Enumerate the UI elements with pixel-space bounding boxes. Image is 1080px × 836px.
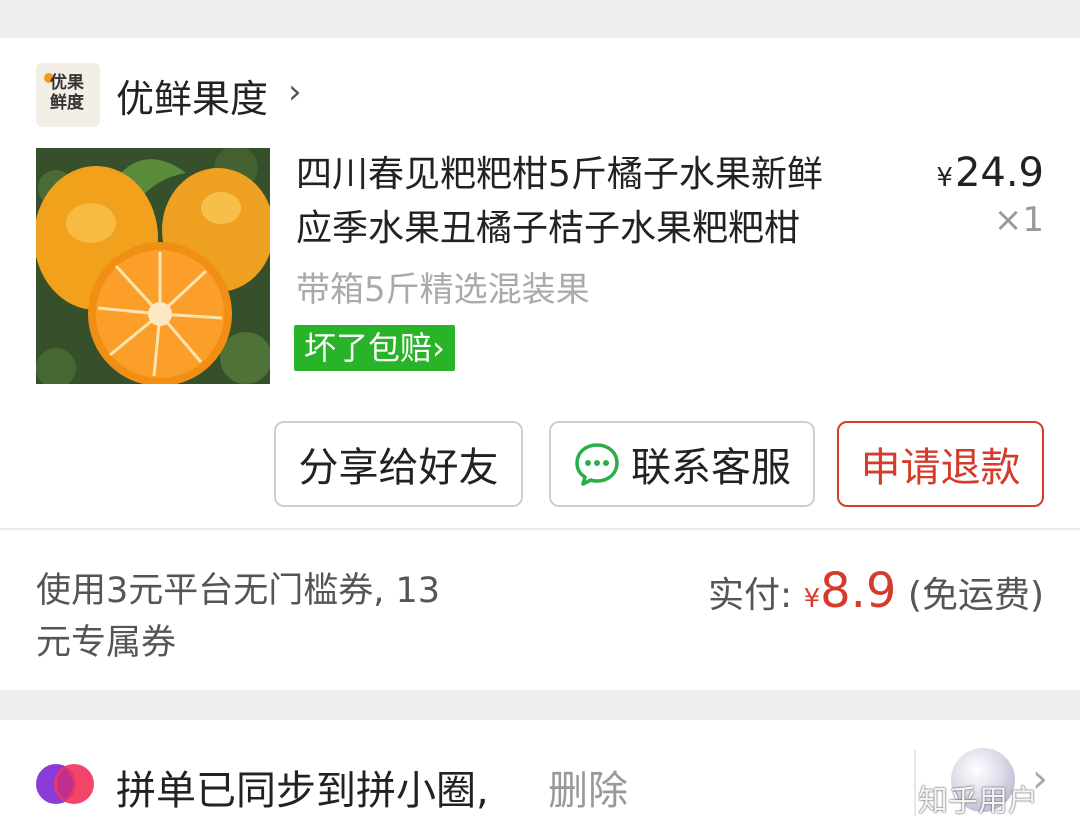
store-logo[interactable]: 优果鲜度 [36, 63, 100, 127]
product-title-line2: 应季水果丑橘子桔子水果粑粑柑 [296, 208, 801, 249]
coupon-line2: 元专属券 [36, 623, 177, 663]
chat-bubble-icon [575, 443, 619, 486]
guarantee-label: 坏了包赔 [304, 329, 433, 367]
pin-sync-bar[interactable]: 拼单已同步到拼小圈, 删除 › 知乎用户 [0, 720, 1080, 836]
guarantee-badge[interactable]: 坏了包赔› [294, 325, 455, 371]
refund-button-label: 申请退款 [860, 445, 1021, 491]
section-gap [0, 690, 1080, 720]
shipping-note: (免运费) [896, 575, 1044, 616]
paid-label: 实付: [707, 575, 804, 616]
pin-sync-text: 拼单已同步到拼小圈, [116, 768, 489, 814]
top-spacer [0, 0, 1080, 38]
store-chevron-icon[interactable]: › [288, 72, 302, 112]
store-logo-text: 优果鲜度 [50, 73, 84, 113]
delete-link[interactable]: 删除 [548, 758, 628, 816]
guarantee-chevron-icon: › [432, 329, 445, 367]
tangerine-image [36, 148, 270, 384]
coupon-info: 使用3元平台无门槛券, 13 元专属券 [36, 565, 476, 669]
store-name[interactable]: 优鲜果度 [116, 68, 268, 123]
paid-value: 8.9 [820, 563, 897, 619]
product-price: ¥24.9 [936, 150, 1044, 196]
paid-currency: ¥ [803, 584, 821, 614]
product-title-line1: 四川春见粑粑柑5斤橘子水果新鲜 [296, 154, 823, 195]
price-currency: ¥ [936, 163, 953, 193]
product-spec: 带箱5斤精选混装果 [296, 270, 590, 310]
vertical-divider [914, 750, 916, 816]
order-card: 优果鲜度 优鲜果度 › 四川春见粑粑柑5斤橘子水果新鲜 应季水果丑橘子桔子水果粑… [0, 38, 1080, 690]
refund-button[interactable]: 申请退款 [837, 421, 1044, 507]
product-image[interactable] [36, 148, 270, 384]
product-title[interactable]: 四川春见粑粑柑5斤橘子水果新鲜 应季水果丑橘子桔子水果粑粑柑 [296, 148, 906, 256]
paid-amount: 实付: ¥8.9 (免运费) [708, 563, 1044, 619]
contact-button-label: 联系客服 [631, 445, 791, 491]
product-quantity: ×1 [993, 200, 1044, 240]
coupon-line1: 使用3元平台无门槛券, 13 [36, 571, 441, 611]
contact-service-button[interactable]: 联系客服 [549, 421, 815, 507]
price-value: 24.9 [954, 150, 1044, 196]
share-button-label: 分享给好友 [298, 445, 499, 491]
watermark: 知乎用户 [918, 784, 1038, 819]
divider [0, 528, 1080, 530]
share-button[interactable]: 分享给好友 [274, 421, 523, 507]
pin-circle-icon [36, 764, 94, 804]
